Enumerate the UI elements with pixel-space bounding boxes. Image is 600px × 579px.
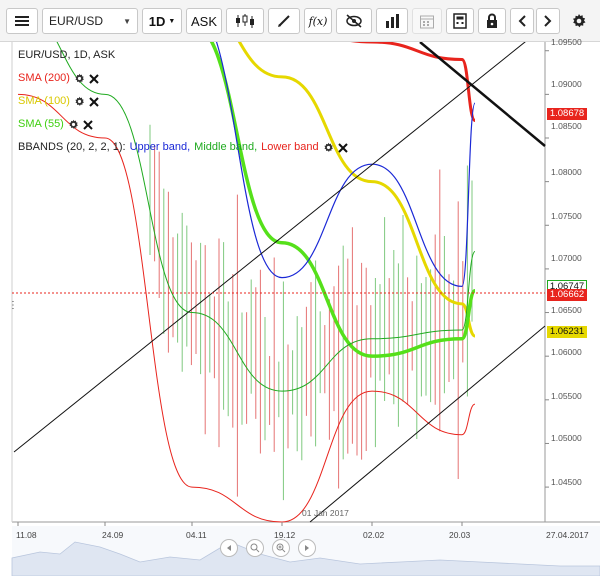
y-axis-label: 1.08000 (551, 167, 582, 177)
symbol-value: EUR/USD (49, 14, 104, 28)
legend-sma200: SMA (200) (18, 67, 348, 90)
close-icon[interactable] (89, 73, 99, 84)
gear-icon[interactable] (323, 142, 334, 153)
chevron-right-icon[interactable] (536, 8, 560, 34)
bb-middle-label: Middle band, (194, 141, 258, 153)
symbol-selector[interactable]: EUR/USD ▼ (42, 8, 138, 34)
scroll-right-button[interactable] (298, 539, 316, 557)
x-axis-label: 20.03 (449, 530, 471, 540)
gear-icon[interactable] (74, 96, 85, 107)
chart-legend: EUR/USD, 1D, ASK SMA (200) SMA (100) SMA… (18, 44, 348, 159)
bb-upper-label: Upper band, (129, 141, 191, 153)
legend-sma55: SMA (55) (18, 113, 348, 136)
sma200-price-tag: 1.08678 (547, 108, 587, 120)
y-axis-label: 1.07000 (551, 253, 582, 263)
timeframe-label: 1D (148, 13, 166, 29)
y-axis-label: 1.04500 (551, 477, 582, 487)
y-axis-label: 1.07500 (551, 211, 582, 221)
sma55-label: SMA (55) (18, 118, 64, 130)
timeframe-selector[interactable]: 1D ▼ (142, 8, 182, 34)
current-price-tag: 1.06662 (547, 289, 587, 301)
pencil-icon[interactable] (268, 8, 300, 34)
gear-icon[interactable] (68, 119, 79, 130)
y-axis-label: 1.05000 (551, 433, 582, 443)
instrument-label: EUR/USD, 1D, ASK (18, 49, 116, 61)
bb-lower-label: Lower band (261, 141, 319, 153)
hamburger-icon[interactable] (6, 8, 38, 34)
sma200-label: SMA (200) (18, 72, 70, 84)
y-axis-label: 1.06500 (551, 305, 582, 315)
y-axis-label: 1.06000 (551, 347, 582, 357)
legend-bbands: BBANDS (20, 2, 2, 1): Upper band, Middle… (18, 136, 348, 159)
x-axis-label: 04.11 (186, 530, 207, 540)
bar-chart-icon[interactable] (376, 8, 408, 34)
x-axis-label: 11.08 (16, 530, 37, 540)
chevron-left-icon[interactable] (510, 8, 534, 34)
close-icon[interactable] (337, 142, 348, 153)
y-axis-label: 1.05500 (551, 391, 582, 401)
calendar-icon[interactable] (412, 8, 442, 34)
close-icon[interactable] (89, 96, 99, 107)
y-axis-label: 1.09000 (551, 79, 582, 89)
x-axis-ticks (17, 522, 463, 526)
function-label: f(x) (308, 14, 328, 28)
sma100-label: SMA (100) (18, 95, 70, 107)
y-axis-label: 1.09500 (551, 37, 582, 47)
chevron-down-icon: ▼ (123, 16, 131, 26)
price-side-selector[interactable]: ASK (186, 8, 222, 34)
price-side-label: ASK (190, 13, 217, 29)
legend-instrument: EUR/USD, 1D, ASK (18, 44, 348, 67)
calculator-icon[interactable] (446, 8, 474, 34)
function-button[interactable]: f(x) (304, 8, 332, 34)
gear-icon[interactable] (74, 73, 85, 84)
x-axis-label: 24.09 (102, 530, 124, 540)
gear-icon[interactable] (566, 8, 592, 34)
x-axis-label: 27.04.2017 (546, 530, 589, 540)
date-tooltip: 01 Jan 2017 (302, 508, 349, 518)
sma100-price-tag: 1.06231 (547, 326, 587, 338)
candles-icon[interactable] (226, 8, 264, 34)
x-axis-label: 02.02 (363, 530, 385, 540)
zoom-out-button[interactable] (246, 539, 264, 557)
lock-icon[interactable] (478, 8, 506, 34)
bbands-label: BBANDS (20, 2, 2, 1): (18, 141, 126, 153)
eye-slash-icon[interactable] (336, 8, 372, 34)
legend-sma100: SMA (100) (18, 90, 348, 113)
scroll-left-button[interactable] (220, 539, 238, 557)
pane-resize-handle[interactable]: ⋮ (8, 300, 18, 311)
close-icon[interactable] (83, 119, 93, 130)
zoom-in-button[interactable] (272, 539, 290, 557)
y-axis-label: 1.08500 (551, 121, 582, 131)
chart-toolbar: EUR/USD ▼ 1D ▼ ASK f(x) (0, 0, 600, 42)
chevron-down-icon: ▼ (168, 17, 176, 25)
